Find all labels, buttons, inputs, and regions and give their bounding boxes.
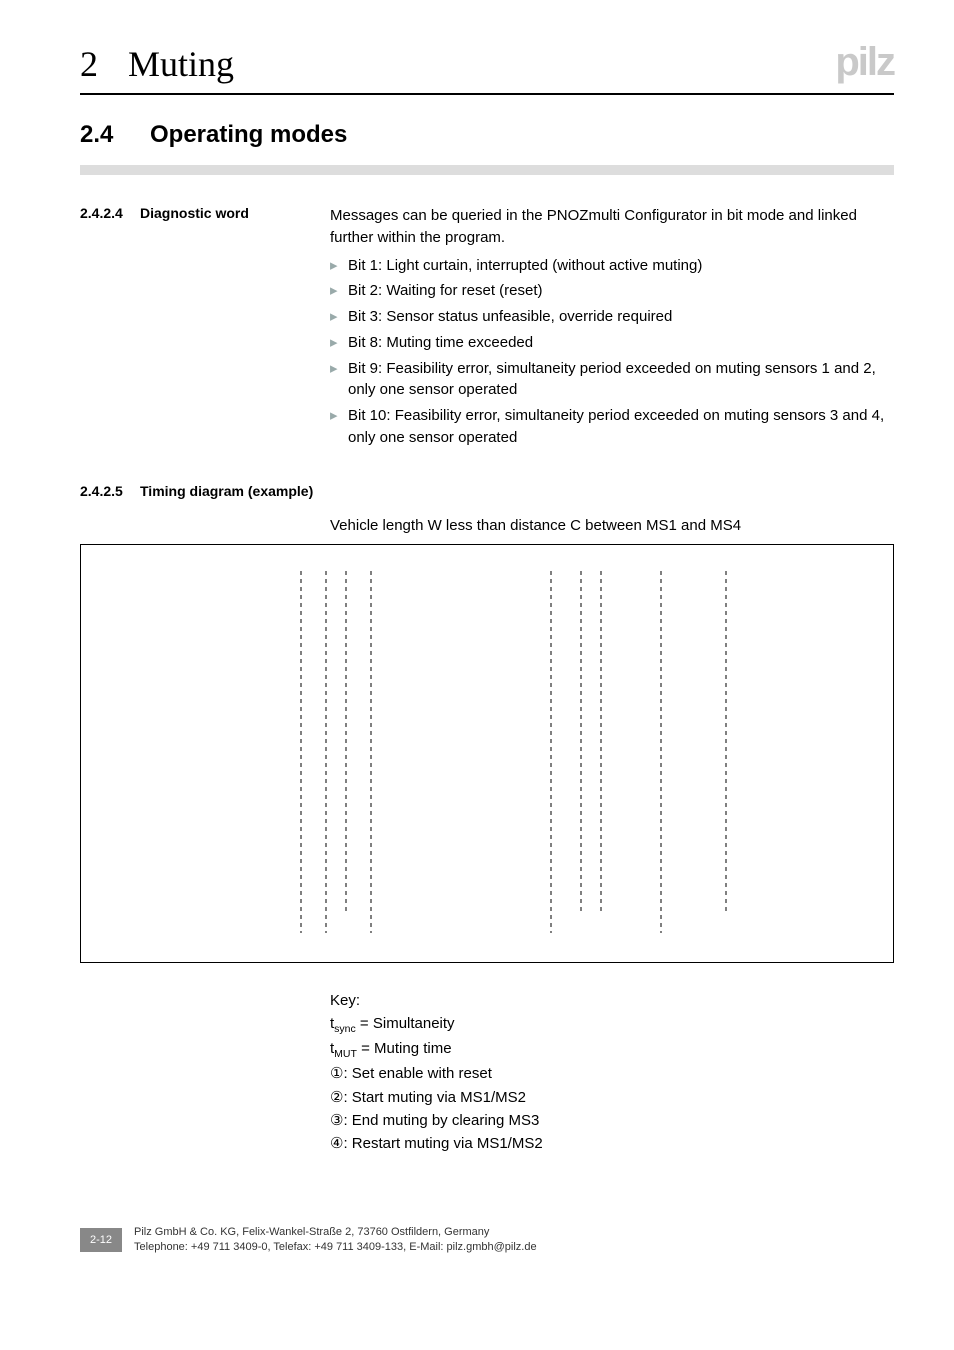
timing-diagram bbox=[80, 544, 894, 963]
bit-item: Bit 2: Waiting for reset (reset) bbox=[330, 280, 894, 302]
page-header: 2 Muting pilz bbox=[80, 40, 894, 95]
bit-list: Bit 1: Light curtain, interrupted (witho… bbox=[330, 255, 894, 449]
footer-line-1: Pilz GmbH & Co. KG, Felix-Wankel-Straße … bbox=[134, 1225, 537, 1240]
bit-item: Bit 1: Light curtain, interrupted (witho… bbox=[330, 255, 894, 277]
diagram-caption: Vehicle length W less than distance C be… bbox=[330, 517, 894, 534]
legend: Key: tsync = Simultaneity tMUT = Muting … bbox=[330, 989, 894, 1156]
page-footer: 2-12 Pilz GmbH & Co. KG, Felix-Wankel-St… bbox=[80, 1225, 894, 1255]
intro-text: Messages can be queried in the PNOZmulti… bbox=[330, 205, 894, 249]
chapter-title: 2 Muting bbox=[80, 43, 234, 85]
section-number: 2.4 bbox=[80, 121, 150, 149]
section-heading: 2.4Operating modes bbox=[80, 121, 894, 149]
chapter-name: Muting bbox=[128, 44, 234, 84]
section-title: Operating modes bbox=[150, 121, 347, 148]
bit-item: Bit 10: Feasibility error, simultaneity … bbox=[330, 405, 894, 449]
divider bbox=[80, 165, 894, 175]
bit-item: Bit 8: Muting time exceeded bbox=[330, 332, 894, 354]
page-number: 2-12 bbox=[80, 1228, 122, 1252]
chapter-number: 2 bbox=[80, 44, 98, 84]
brand-logo: pilz bbox=[835, 40, 894, 85]
subsection-label: 2.4.2.4Diagnostic word bbox=[80, 205, 330, 453]
footer-line-2: Telephone: +49 711 3409-0, Telefax: +49 … bbox=[134, 1240, 537, 1255]
subsection-label: 2.4.2.5Timing diagram (example) bbox=[80, 483, 330, 499]
bit-item: Bit 9: Feasibility error, simultaneity p… bbox=[330, 358, 894, 402]
bit-item: Bit 3: Sensor status unfeasible, overrid… bbox=[330, 306, 894, 328]
legend-title: Key: bbox=[330, 989, 894, 1012]
